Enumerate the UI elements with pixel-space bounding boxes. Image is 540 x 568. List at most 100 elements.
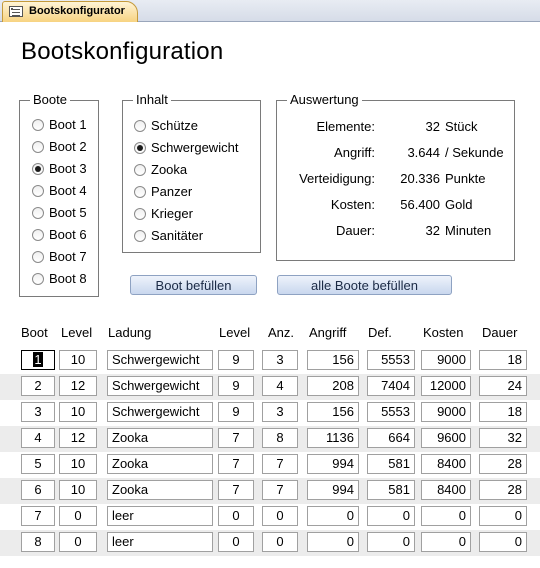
anzahl-cell[interactable]: 8 bbox=[262, 428, 298, 448]
radio-button-icon[interactable] bbox=[32, 273, 44, 285]
def-cell[interactable]: 7404 bbox=[367, 376, 415, 396]
boot-cell[interactable]: 8 bbox=[21, 532, 55, 552]
kosten-cell[interactable]: 8400 bbox=[421, 480, 471, 500]
boot-cell[interactable]: 5 bbox=[21, 454, 55, 474]
boot-cell[interactable]: 1 bbox=[21, 350, 55, 370]
ladung-cell[interactable]: Schwergewicht bbox=[107, 402, 213, 422]
dauer-cell[interactable]: 28 bbox=[479, 480, 527, 500]
radio-button-icon[interactable] bbox=[32, 163, 44, 175]
level-cell[interactable]: 0 bbox=[59, 532, 97, 552]
boot-option-8[interactable]: Boot 8 bbox=[32, 271, 87, 287]
kosten-cell[interactable]: 9600 bbox=[421, 428, 471, 448]
ladung-level-cell[interactable]: 7 bbox=[218, 428, 254, 448]
inhalt-option-6[interactable]: Sanitäter bbox=[134, 228, 203, 244]
anzahl-cell[interactable]: 7 bbox=[262, 480, 298, 500]
angriff-cell[interactable]: 0 bbox=[307, 532, 359, 552]
ladung-cell[interactable]: leer bbox=[107, 532, 213, 552]
boot-befuellen-button[interactable]: Boot befüllen bbox=[130, 275, 257, 295]
dauer-cell[interactable]: 32 bbox=[479, 428, 527, 448]
boot-option-2[interactable]: Boot 2 bbox=[32, 139, 87, 155]
anzahl-cell[interactable]: 4 bbox=[262, 376, 298, 396]
boot-option-3[interactable]: Boot 3 bbox=[32, 161, 87, 177]
anzahl-cell[interactable]: 3 bbox=[262, 350, 298, 370]
dauer-cell[interactable]: 0 bbox=[479, 506, 527, 526]
level-cell[interactable]: 10 bbox=[59, 454, 97, 474]
def-cell[interactable]: 5553 bbox=[367, 350, 415, 370]
ladung-cell[interactable]: Zooka bbox=[107, 480, 213, 500]
kosten-cell[interactable]: 8400 bbox=[421, 454, 471, 474]
anzahl-cell[interactable]: 0 bbox=[262, 506, 298, 526]
ladung-cell[interactable]: Zooka bbox=[107, 454, 213, 474]
ladung-level-cell[interactable]: 9 bbox=[218, 376, 254, 396]
radio-button-icon[interactable] bbox=[134, 164, 146, 176]
ladung-cell[interactable]: Schwergewicht bbox=[107, 376, 213, 396]
def-cell[interactable]: 581 bbox=[367, 454, 415, 474]
radio-button-icon[interactable] bbox=[32, 185, 44, 197]
ladung-level-cell[interactable]: 0 bbox=[218, 506, 254, 526]
boot-cell[interactable]: 3 bbox=[21, 402, 55, 422]
radio-button-icon[interactable] bbox=[32, 207, 44, 219]
level-cell[interactable]: 10 bbox=[59, 350, 97, 370]
alle-boote-befuellen-button[interactable]: alle Boote befüllen bbox=[277, 275, 452, 295]
angriff-cell[interactable]: 1136 bbox=[307, 428, 359, 448]
ladung-cell[interactable]: Schwergewicht bbox=[107, 350, 213, 370]
level-cell[interactable]: 10 bbox=[59, 480, 97, 500]
radio-button-icon[interactable] bbox=[134, 142, 146, 154]
ladung-cell[interactable]: Zooka bbox=[107, 428, 213, 448]
dauer-cell[interactable]: 24 bbox=[479, 376, 527, 396]
inhalt-option-5[interactable]: Krieger bbox=[134, 206, 193, 222]
anzahl-cell[interactable]: 0 bbox=[262, 532, 298, 552]
radio-button-icon[interactable] bbox=[134, 186, 146, 198]
radio-button-icon[interactable] bbox=[134, 208, 146, 220]
level-cell[interactable]: 12 bbox=[59, 376, 97, 396]
ladung-level-cell[interactable]: 9 bbox=[218, 402, 254, 422]
level-cell[interactable]: 10 bbox=[59, 402, 97, 422]
angriff-cell[interactable]: 994 bbox=[307, 454, 359, 474]
boot-option-4[interactable]: Boot 4 bbox=[32, 183, 87, 199]
def-cell[interactable]: 581 bbox=[367, 480, 415, 500]
inhalt-option-1[interactable]: Schütze bbox=[134, 118, 198, 134]
def-cell[interactable]: 0 bbox=[367, 506, 415, 526]
form-tab[interactable]: Bootskonfigurator bbox=[2, 1, 138, 22]
inhalt-option-2[interactable]: Schwergewicht bbox=[134, 140, 238, 156]
ladung-level-cell[interactable]: 9 bbox=[218, 350, 254, 370]
radio-button-icon[interactable] bbox=[32, 251, 44, 263]
radio-button-icon[interactable] bbox=[134, 120, 146, 132]
kosten-cell[interactable]: 9000 bbox=[421, 402, 471, 422]
boot-option-7[interactable]: Boot 7 bbox=[32, 249, 87, 265]
kosten-cell[interactable]: 12000 bbox=[421, 376, 471, 396]
kosten-cell[interactable]: 0 bbox=[421, 506, 471, 526]
radio-button-icon[interactable] bbox=[32, 141, 44, 153]
boot-cell[interactable]: 4 bbox=[21, 428, 55, 448]
def-cell[interactable]: 664 bbox=[367, 428, 415, 448]
dauer-cell[interactable]: 28 bbox=[479, 454, 527, 474]
ladung-cell[interactable]: leer bbox=[107, 506, 213, 526]
inhalt-option-3[interactable]: Zooka bbox=[134, 162, 187, 178]
angriff-cell[interactable]: 994 bbox=[307, 480, 359, 500]
boot-cell[interactable]: 6 bbox=[21, 480, 55, 500]
inhalt-option-4[interactable]: Panzer bbox=[134, 184, 192, 200]
ladung-level-cell[interactable]: 7 bbox=[218, 454, 254, 474]
dauer-cell[interactable]: 18 bbox=[479, 402, 527, 422]
radio-button-icon[interactable] bbox=[32, 229, 44, 241]
ladung-level-cell[interactable]: 0 bbox=[218, 532, 254, 552]
angriff-cell[interactable]: 156 bbox=[307, 402, 359, 422]
anzahl-cell[interactable]: 3 bbox=[262, 402, 298, 422]
level-cell[interactable]: 0 bbox=[59, 506, 97, 526]
boot-cell[interactable]: 7 bbox=[21, 506, 55, 526]
radio-button-icon[interactable] bbox=[134, 230, 146, 242]
kosten-cell[interactable]: 0 bbox=[421, 532, 471, 552]
dauer-cell[interactable]: 0 bbox=[479, 532, 527, 552]
boot-option-6[interactable]: Boot 6 bbox=[32, 227, 87, 243]
angriff-cell[interactable]: 0 bbox=[307, 506, 359, 526]
radio-button-icon[interactable] bbox=[32, 119, 44, 131]
angriff-cell[interactable]: 208 bbox=[307, 376, 359, 396]
anzahl-cell[interactable]: 7 bbox=[262, 454, 298, 474]
boot-option-1[interactable]: Boot 1 bbox=[32, 117, 87, 133]
ladung-level-cell[interactable]: 7 bbox=[218, 480, 254, 500]
boot-option-5[interactable]: Boot 5 bbox=[32, 205, 87, 221]
angriff-cell[interactable]: 156 bbox=[307, 350, 359, 370]
level-cell[interactable]: 12 bbox=[59, 428, 97, 448]
dauer-cell[interactable]: 18 bbox=[479, 350, 527, 370]
def-cell[interactable]: 0 bbox=[367, 532, 415, 552]
